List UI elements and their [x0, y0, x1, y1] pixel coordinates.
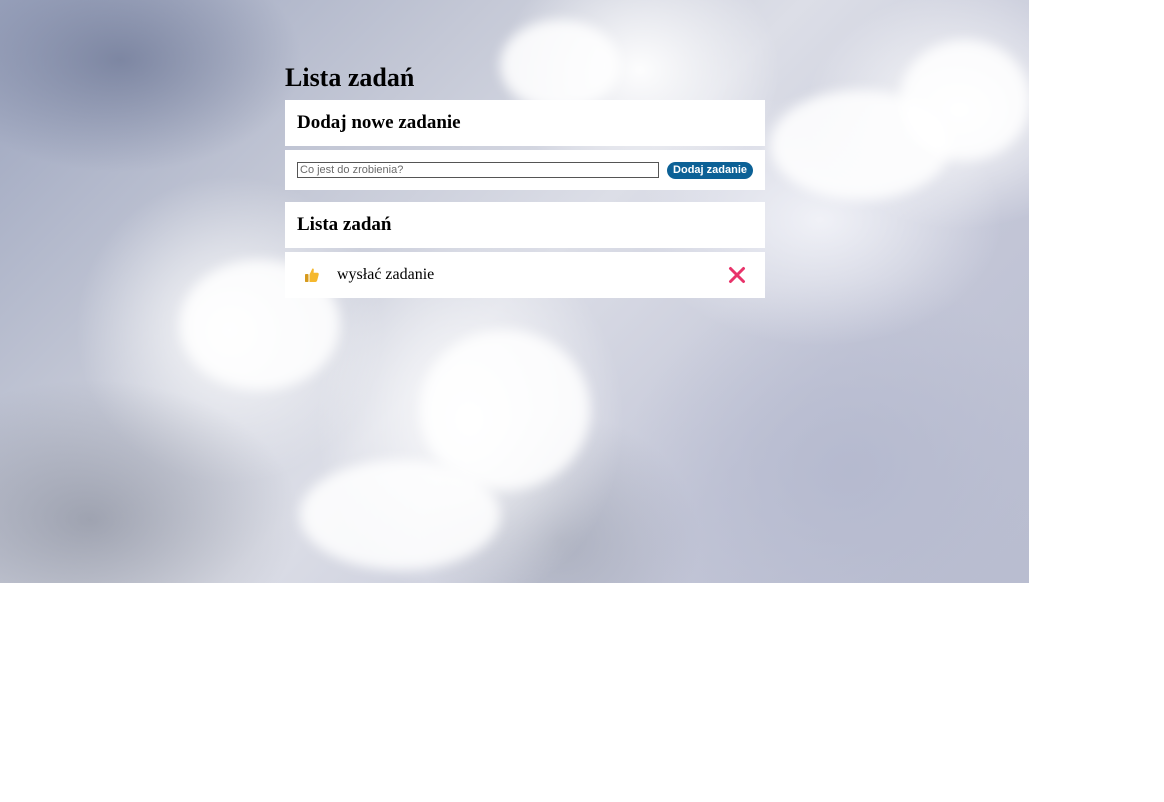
todo-app: Lista zadań Dodaj nowe zadanie Dodaj zad…	[285, 58, 765, 298]
task-text: wysłać zadanie	[337, 266, 435, 283]
add-task-button[interactable]: Dodaj zadanie	[667, 161, 753, 179]
add-task-form: Dodaj zadanie	[285, 150, 765, 190]
add-task-heading: Dodaj nowe zadanie	[285, 100, 765, 146]
thumbs-up-icon[interactable]	[303, 266, 321, 284]
task-list-item: wysłać zadanie	[285, 252, 765, 298]
close-icon[interactable]	[727, 265, 747, 285]
page-title: Lista zadań	[285, 63, 415, 92]
cloud-shape	[900, 40, 1029, 160]
cloud-shape	[300, 460, 500, 570]
task-list-heading: Lista zadań	[285, 202, 765, 248]
task-input[interactable]	[297, 162, 659, 178]
